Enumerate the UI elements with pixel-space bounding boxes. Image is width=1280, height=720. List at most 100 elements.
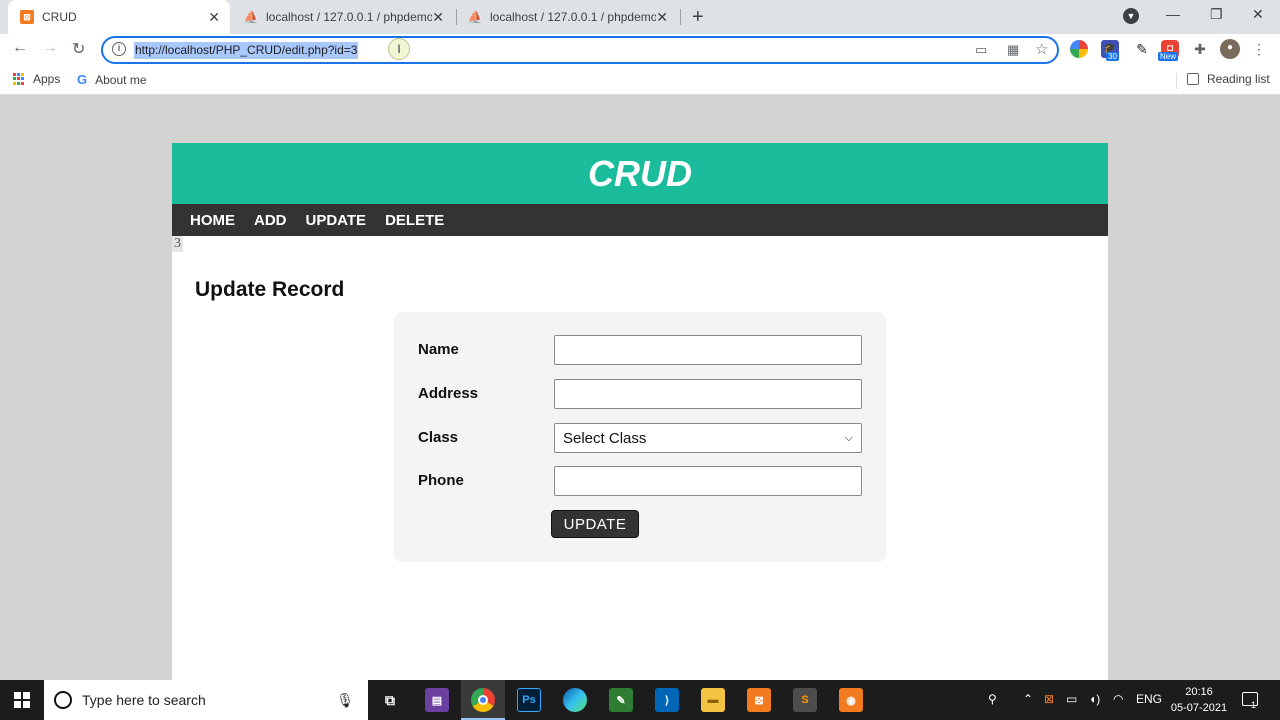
color-picker-extension-icon[interactable] (1070, 40, 1088, 58)
phpmyadmin-icon: ⛵ (243, 10, 259, 24)
reading-list-icon (1187, 73, 1199, 85)
bookmark-label: About me (95, 72, 147, 87)
reload-icon[interactable]: ↻ (72, 39, 85, 59)
avatar[interactable]: ● (1220, 39, 1240, 59)
taskbar-search[interactable]: Type here to search 🎙 (44, 680, 368, 720)
close-tab-icon[interactable]: ✕ (656, 9, 668, 26)
text-cursor-icon: I (388, 38, 410, 60)
tab-title: localhost / 127.0.0.1 / phpdemo (266, 10, 432, 24)
tab-phpmyadmin-1[interactable]: ⛵ localhost / 127.0.0.1 / phpdemo ✕ (236, 0, 454, 34)
bookmarks-bar: Apps G About me Reading list (0, 66, 1280, 95)
browser-tab-bar: ⊠ CRUD ✕ ⛵ localhost / 127.0.0.1 / phpde… (0, 0, 1280, 34)
site-info-icon[interactable]: i (112, 42, 126, 56)
main-nav: HOME ADD UPDATE DELETE (172, 204, 1108, 236)
nav-home[interactable]: HOME (190, 212, 235, 229)
file-explorer-icon[interactable]: ▬ (701, 688, 725, 712)
tab-crud[interactable]: ⊠ CRUD ✕ (8, 0, 230, 34)
nav-add[interactable]: ADD (254, 212, 287, 229)
apps-grid-icon (13, 73, 25, 85)
minimize-icon[interactable]: — (1166, 6, 1180, 22)
reading-list-button[interactable]: Reading list (1187, 72, 1270, 86)
bookmark-star-icon[interactable]: ☆ (1035, 40, 1048, 58)
close-tab-icon[interactable]: ✕ (432, 9, 444, 26)
notification-count: 1 (1251, 700, 1257, 710)
tab-phpmyadmin-2[interactable]: ⛵ localhost / 127.0.0.1 / phpdemo ✕ (460, 0, 678, 34)
new-badge: New (1158, 52, 1179, 61)
name-input[interactable] (554, 335, 862, 365)
nav-delete[interactable]: DELETE (385, 212, 444, 229)
address-input[interactable] (554, 379, 862, 409)
bookmark-divider (1176, 73, 1177, 89)
cortana-icon (54, 691, 72, 709)
close-window-icon[interactable]: ✕ (1252, 6, 1264, 23)
record-id-output: 3 (172, 236, 183, 252)
site-header: CRUD (172, 143, 1108, 204)
xampp-tray-icon[interactable]: ⊠ (1044, 692, 1054, 706)
qr-code-icon[interactable]: ▦ (1007, 42, 1019, 58)
forward-icon[interactable]: → (42, 39, 58, 57)
class-selected-value: Select Class (563, 429, 647, 447)
notepad-plus-icon[interactable]: ✎ (609, 688, 633, 712)
page-viewport: CRUD HOME ADD UPDATE DELETE 3 Update Rec… (0, 96, 1280, 680)
photoshop-icon[interactable]: Ps (517, 688, 541, 712)
phpmyadmin-icon: ⛵ (467, 10, 483, 24)
bookmark-apps[interactable]: Apps (13, 72, 60, 86)
language-indicator[interactable]: ENG (1136, 692, 1162, 706)
bookmark-about-me[interactable]: G About me (77, 72, 147, 87)
tab-divider (680, 9, 681, 25)
google-icon: G (77, 72, 88, 87)
bookmark-label: Apps (33, 72, 61, 86)
clock-time: 20:16 (1185, 686, 1213, 698)
xampp-icon[interactable]: ⊠ (747, 688, 771, 712)
class-select[interactable]: Select Class ⌵ (554, 423, 862, 453)
url-text[interactable]: http://localhost/PHP_CRUD/edit.php?id=3 (134, 42, 359, 59)
puzzle-extensions-icon[interactable]: ✚ (1191, 40, 1209, 58)
restore-icon[interactable]: ❐ (1210, 6, 1223, 23)
menu-kebab-icon[interactable]: ⋮ (1250, 40, 1268, 58)
close-tab-icon[interactable]: ✕ (208, 9, 220, 26)
reading-list-label: Reading list (1207, 72, 1270, 86)
update-form: Name Address Class Select Class ⌵ Phone … (394, 312, 886, 562)
site-title: CRUD (588, 152, 692, 194)
clock-date: 05-07-2021 (1170, 702, 1228, 714)
pen-extension-icon[interactable]: ✎ (1133, 40, 1151, 58)
content-container: CRUD HOME ADD UPDATE DELETE 3 Update Rec… (172, 143, 1108, 680)
tab-divider (456, 9, 457, 25)
battery-icon[interactable]: ▭ (1066, 692, 1077, 706)
sublime-text-icon[interactable]: S (793, 688, 817, 712)
winrar-icon[interactable]: ▤ (425, 688, 449, 712)
cast-icon[interactable]: ▭ (975, 42, 987, 58)
chevron-down-icon: ⌵ (844, 431, 853, 444)
xampp-control-icon[interactable]: ◉ (839, 688, 863, 712)
address-label: Address (418, 385, 479, 402)
microphone-icon[interactable]: 🎙 (336, 692, 354, 709)
class-label: Class (418, 429, 459, 446)
search-placeholder: Type here to search (82, 692, 206, 708)
task-view-icon[interactable]: ⧉ (378, 688, 402, 712)
form-title: Update Record (195, 278, 345, 301)
tab-search-icon[interactable]: ▼ (1123, 8, 1139, 24)
show-hidden-icons[interactable]: ⌃ (1023, 692, 1033, 706)
tab-title: localhost / 127.0.0.1 / phpdemo (490, 10, 656, 24)
back-icon[interactable]: ← (12, 39, 28, 57)
address-bar[interactable]: i http://localhost/PHP_CRUD/edit.php?id=… (101, 36, 1059, 64)
windows-start-icon[interactable] (14, 692, 30, 708)
nav-update[interactable]: UPDATE (306, 212, 367, 229)
wifi-icon[interactable]: ◠ (1113, 692, 1123, 706)
edge-icon[interactable] (563, 688, 587, 712)
vscode-icon[interactable]: ⟩ (655, 688, 679, 712)
new-tab-button[interactable]: + (692, 6, 704, 29)
phone-label: Phone (418, 472, 464, 489)
chrome-icon[interactable] (471, 688, 495, 712)
update-button[interactable]: UPDATE (551, 510, 639, 538)
name-label: Name (418, 341, 459, 358)
xampp-icon: ⊠ (20, 10, 34, 24)
system-clock[interactable]: 20:16 05-07-2021 (1168, 684, 1230, 716)
windows-taskbar: Type here to search 🎙 ⧉ ▤ Ps ✎ ⟩ ▬ ⊠ S ◉… (0, 680, 1280, 720)
calendar-badge: 30 (1106, 52, 1119, 61)
people-icon[interactable]: ⚲ (988, 692, 997, 706)
browser-toolbar: ← → ↻ i http://localhost/PHP_CRUD/edit.p… (0, 34, 1280, 66)
tab-title: CRUD (42, 10, 77, 24)
phone-input[interactable] (554, 466, 862, 496)
volume-icon[interactable]: ◖) (1089, 692, 1100, 706)
